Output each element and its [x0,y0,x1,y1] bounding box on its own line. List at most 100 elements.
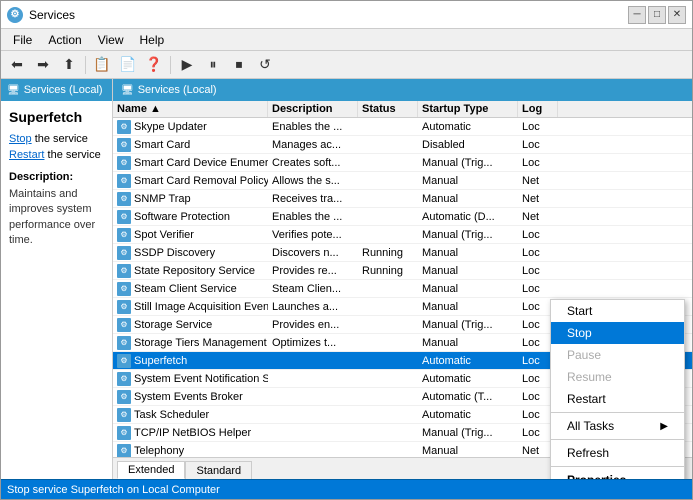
service-name-cell: Skype Updater [134,121,207,133]
service-status-cell [358,234,418,236]
col-header-desc[interactable]: Description [268,101,358,117]
close-button[interactable]: ✕ [668,6,686,24]
service-startup-cell: Manual [418,174,518,188]
context-menu-item-restart[interactable]: Restart [551,388,684,410]
left-panel-header: 🖥 Services (Local) [1,79,112,101]
service-desc-cell: Verifies pote... [268,228,358,242]
tab-standard[interactable]: Standard [185,461,252,479]
left-panel-body: Superfetch Stop the service Restart the … [1,101,112,257]
service-name-cell: SSDP Discovery [134,247,215,259]
window-icon: ⚙ [7,7,23,23]
service-desc-cell: Enables the ... [268,120,358,134]
service-desc-cell [268,396,358,398]
service-name-cell: System Event Notification S [134,373,268,385]
table-row[interactable]: ⚙ Skype Updater Enables the ... Automati… [113,118,692,136]
col-header-log[interactable]: Log [518,101,558,117]
service-desc-cell: Allows the s... [268,174,358,188]
help-button[interactable]: ❓ [142,54,166,76]
service-log-cell: Loc [518,156,558,170]
table-row[interactable]: ⚙ Steam Client Service Steam Clien... Ma… [113,280,692,298]
col-header-startup[interactable]: Startup Type [418,101,518,117]
stop-button[interactable]: ⏹ [227,54,251,76]
play-button[interactable]: ▶ [175,54,199,76]
service-icon: ⚙ [117,426,131,440]
properties-button[interactable]: 📄 [116,54,140,76]
main-window: ⚙ Services ─ □ ✕ File Action View Help ⬅… [0,0,693,500]
service-status-cell [358,450,418,452]
service-startup-cell: Automatic [418,120,518,134]
context-menu-item-stop[interactable]: Stop [551,322,684,344]
service-name: Superfetch [9,109,104,125]
service-icon: ⚙ [117,264,131,278]
service-name-cell: Smart Card [134,139,190,151]
left-panel-title: Services (Local) [24,84,103,96]
restart-service-link[interactable]: Restart [9,149,44,161]
context-menu-item-properties[interactable]: Properties [551,469,684,479]
forward-button[interactable]: ➡ [31,54,55,76]
service-startup-cell: Manual (Trig... [418,426,518,440]
context-menu-item-refresh[interactable]: Refresh [551,442,684,464]
menu-file[interactable]: File [5,31,40,49]
service-startup-cell: Disabled [418,138,518,152]
service-log-cell: Loc [518,138,558,152]
context-menu-item-start[interactable]: Start [551,300,684,322]
service-status-cell [358,360,418,362]
service-log-cell: Net [518,210,558,224]
service-status-cell [358,198,418,200]
service-name-cell: Smart Card Removal Policy [134,175,268,187]
menu-view[interactable]: View [90,31,132,49]
stop-service-link[interactable]: Stop [9,133,32,145]
minimize-button[interactable]: ─ [628,6,646,24]
service-startup-cell: Automatic [418,354,518,368]
service-name-cell: Superfetch [134,355,187,367]
service-status-cell [358,162,418,164]
context-menu-label: Pause [567,348,601,362]
stop-service-link-container: Stop the service [9,133,104,145]
service-name-cell: Telephony [134,445,184,457]
service-startup-cell: Automatic (T... [418,390,518,404]
table-row[interactable]: ⚙ SNMP Trap Receives tra... Manual Net [113,190,692,208]
service-desc-cell: Manages ac... [268,138,358,152]
submenu-arrow: ▶ [660,421,668,432]
col-header-status[interactable]: Status [358,101,418,117]
table-row[interactable]: ⚙ Smart Card Removal Policy Allows the s… [113,172,692,190]
service-icon: ⚙ [117,138,131,152]
restart-button[interactable]: ↺ [253,54,277,76]
service-icon: ⚙ [117,408,131,422]
context-menu-item-pause: Pause [551,344,684,366]
service-icon: ⚙ [117,444,131,458]
service-status-cell [358,396,418,398]
service-status-cell [358,324,418,326]
table-row[interactable]: ⚙ State Repository Service Provides re..… [113,262,692,280]
service-startup-cell: Manual [418,336,518,350]
table-row[interactable]: ⚙ Spot Verifier Verifies pote... Manual … [113,226,692,244]
toolbar-separator-2 [170,56,171,74]
menu-action[interactable]: Action [40,31,89,49]
service-log-cell: Net [518,192,558,206]
tab-extended[interactable]: Extended [117,461,185,479]
context-menu-label: Resume [567,370,612,384]
service-desc-cell [268,450,358,452]
pause-button[interactable]: ⏸ [201,54,225,76]
service-desc-cell: Steam Clien... [268,282,358,296]
up-button[interactable]: ⬆ [57,54,81,76]
context-menu-item-all-tasks[interactable]: All Tasks▶ [551,415,684,437]
maximize-button[interactable]: □ [648,6,666,24]
service-startup-cell: Automatic (D... [418,210,518,224]
menu-bar: File Action View Help [1,29,692,51]
service-status-cell [358,288,418,290]
service-startup-cell: Automatic [418,372,518,386]
table-header: Name ▲ Description Status Startup Type L… [113,101,692,118]
show-hide-button[interactable]: 📋 [90,54,114,76]
menu-help[interactable]: Help [132,31,173,49]
service-icon: ⚙ [117,174,131,188]
table-row[interactable]: ⚙ Smart Card Manages ac... Disabled Loc [113,136,692,154]
col-header-name[interactable]: Name ▲ [113,101,268,117]
back-button[interactable]: ⬅ [5,54,29,76]
context-menu-label: Start [567,304,592,318]
service-name-cell: Storage Service [134,319,212,331]
table-row[interactable]: ⚙ Software Protection Enables the ... Au… [113,208,692,226]
table-row[interactable]: ⚙ SSDP Discovery Discovers n... Running … [113,244,692,262]
service-icon: ⚙ [117,192,131,206]
table-row[interactable]: ⚙ Smart Card Device Enumera... Creates s… [113,154,692,172]
